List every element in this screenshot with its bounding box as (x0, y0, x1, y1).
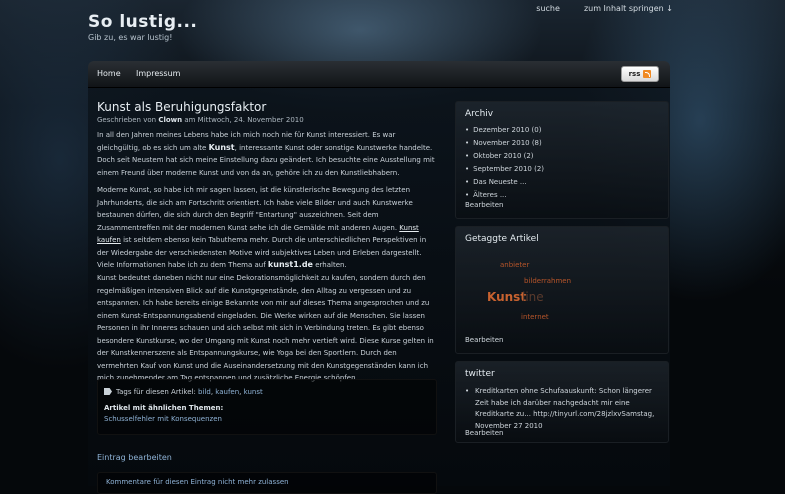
disable-comments-link[interactable]: Kommentare für diesen Eintrag nicht mehr… (106, 478, 289, 486)
top-links: suche zum Inhalt springen ↓ (536, 4, 673, 13)
archive-title: Archiv (465, 109, 494, 119)
nav-impressum[interactable]: Impressum (136, 69, 180, 78)
bullet-icon: • (465, 387, 470, 395)
cloud-tag[interactable]: bilderrahmen (524, 277, 571, 285)
tag-cloud-edit-link[interactable]: Bearbeiten (465, 336, 503, 344)
twitter-title: twitter (465, 369, 495, 379)
site-tagline: Gib zu, es war lustig! (88, 33, 173, 42)
archive-item[interactable]: Das Neueste ... (465, 176, 544, 189)
edit-entry-link[interactable]: Eintrag bearbeiten (97, 453, 172, 462)
tweet-text[interactable]: Kreditkarten ohne Schufaauskunft: Schon … (475, 386, 655, 432)
site-title[interactable]: So lustig... (88, 12, 197, 32)
post-paragraph-2: Moderne Kunst, so habe ich mir sagen las… (97, 184, 437, 272)
rss-button[interactable]: rss (621, 66, 659, 82)
rss-label: rss (628, 70, 641, 78)
archive-widget: Archiv Dezember 2010 (0) November 2010 (… (455, 101, 669, 219)
twitter-edit-link[interactable]: Bearbeiten (465, 429, 503, 437)
archive-item[interactable]: Oktober 2010 (2) (465, 150, 544, 163)
search-link[interactable]: suche (536, 4, 560, 13)
p1-highlight: Kunst (208, 142, 235, 152)
post-title[interactable]: Kunst als Beruhigungsfaktor (97, 100, 266, 114)
archive-edit-link[interactable]: Bearbeiten (465, 201, 503, 209)
kunst1-link[interactable]: kunst1.de (268, 260, 313, 269)
tag-cloud-title: Getaggte Artikel (465, 234, 539, 244)
post-meta: Geschrieben von Clown am Mittwoch, 24. N… (97, 116, 304, 124)
archive-item[interactable]: November 2010 (8) (465, 137, 544, 150)
post-author[interactable]: Clown (158, 116, 182, 124)
post-paragraph-1: In all den Jahren meines Lebens habe ich… (97, 129, 437, 179)
cloud-tag[interactable]: internet (521, 313, 549, 321)
similar-articles-label: Artikel mit ähnlichen Themen: (104, 404, 224, 412)
cloud-tag[interactable]: line (522, 290, 544, 304)
tag-link[interactable]: kaufen (215, 388, 239, 396)
tags-row: Tags für diesen Artikel: bild, kaufen, k… (104, 388, 263, 396)
similar-article-link[interactable]: Schusselfehler mit Konsequenzen (104, 415, 222, 423)
skip-to-content-link[interactable]: zum Inhalt springen ↓ (584, 4, 673, 13)
rss-feed-icon (643, 70, 652, 78)
p2-text-b: ist seitdem ebenso kein Tabuthema mehr. … (97, 236, 427, 269)
cloud-tag[interactable]: Kunst (487, 290, 526, 304)
tag-link[interactable]: kunst (244, 388, 263, 396)
comments-box: Kommentare für diesen Eintrag nicht mehr… (97, 472, 437, 494)
post-paragraph-3: Kunst bedeutet daneben nicht nur eine De… (97, 274, 434, 382)
meta-date: am Mittwoch, 24. November 2010 (184, 116, 304, 124)
tag-cloud-widget: Getaggte Artikel anbieter bilderrahmen K… (455, 226, 669, 354)
main-navigation: Home Impressum rss (88, 61, 670, 88)
tweet-item: • Kreditkarten ohne Schufaauskunft: Scho… (465, 386, 655, 432)
twitter-widget: twitter • Kreditkarten ohne Schufaauskun… (455, 361, 669, 443)
tag-link[interactable]: bild (198, 388, 211, 396)
tags-label: Tags für diesen Artikel: (116, 388, 196, 396)
cloud-tag[interactable]: anbieter (500, 261, 529, 269)
meta-prefix: Geschrieben von (97, 116, 157, 124)
nav-home[interactable]: Home (97, 69, 121, 78)
p2-text-a: Moderne Kunst, so habe ich mir sagen las… (97, 186, 413, 232)
p2-text-c: erhalten. (315, 261, 347, 269)
archive-item[interactable]: September 2010 (2) (465, 163, 544, 176)
post-tags-box: Tags für diesen Artikel: bild, kaufen, k… (97, 379, 437, 435)
archive-item[interactable]: Dezember 2010 (0) (465, 124, 544, 137)
archive-list: Dezember 2010 (0) November 2010 (8) Okto… (465, 124, 544, 202)
tag-icon (104, 388, 112, 395)
